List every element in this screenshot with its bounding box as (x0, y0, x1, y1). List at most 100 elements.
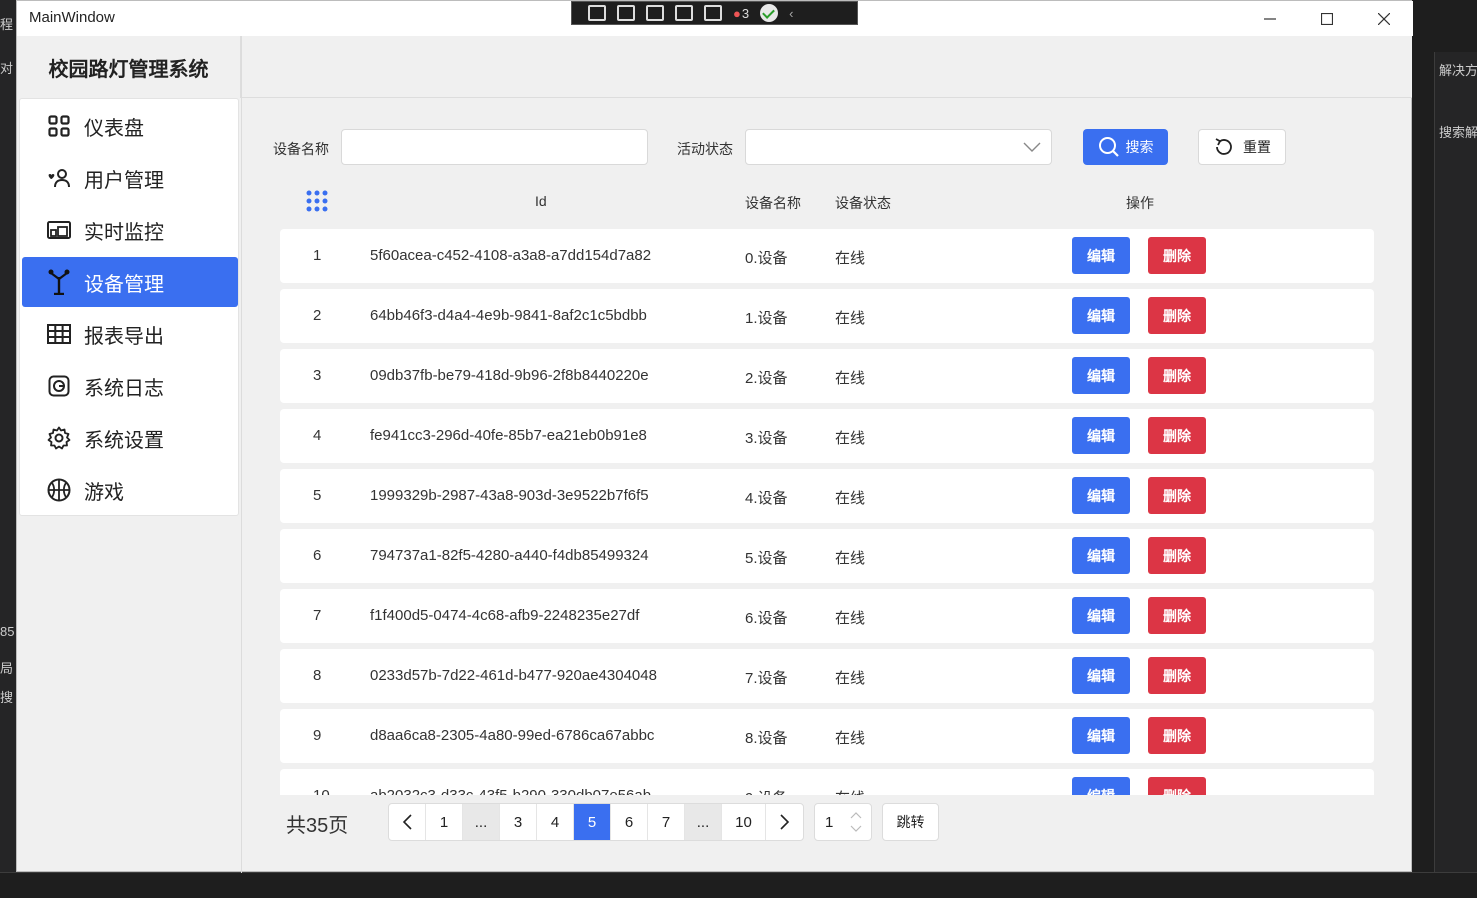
edit-button[interactable]: 编辑 (1072, 777, 1130, 795)
chevron-down-icon (1023, 142, 1041, 152)
status-select[interactable] (745, 129, 1052, 165)
edit-button[interactable]: 编辑 (1072, 537, 1130, 574)
sidebar-item-devices[interactable]: 设备管理 (22, 257, 238, 307)
ide-bottom-bar (0, 872, 1477, 898)
edit-button[interactable]: 编辑 (1072, 597, 1130, 634)
table-row: 7 f1f400d5-0474-4c68-afb9-2248235e27df 6… (280, 589, 1374, 643)
track-focus-icon[interactable] (704, 5, 722, 21)
cursor-select-icon[interactable] (646, 5, 664, 21)
page-button[interactable]: 6 (611, 804, 648, 840)
page-button[interactable]: 7 (648, 804, 685, 840)
row-id: 64bb46f3-d4a4-4e9b-9841-8af2c1c5bdbb (370, 307, 647, 324)
sidebar-item-dashboard[interactable]: 仪表盘 (22, 101, 238, 151)
collapse-chevron-icon[interactable]: ‹ (789, 6, 793, 21)
delete-button[interactable]: 删除 (1148, 477, 1206, 514)
user-heart-icon (47, 166, 71, 190)
sidebar-item-game[interactable]: 游戏 (22, 465, 238, 515)
row-index: 1 (313, 247, 322, 264)
log-icon (47, 374, 71, 398)
dashboard-grid-icon (47, 114, 71, 138)
next-page-button[interactable] (766, 804, 803, 840)
edit-button[interactable]: 编辑 (1072, 237, 1130, 274)
device-name-label: 设备名称 (273, 141, 329, 157)
delete-button[interactable]: 删除 (1148, 657, 1206, 694)
sidebar-item-settings[interactable]: 系统设置 (22, 413, 238, 463)
page-total: 共35页 (286, 815, 349, 837)
delete-button[interactable]: 删除 (1148, 297, 1206, 334)
sidebar-item-label: 仪表盘 (84, 117, 144, 140)
maximize-button[interactable] (1298, 1, 1356, 36)
reset-button[interactable]: 重置 (1198, 129, 1286, 165)
page-button[interactable]: 3 (500, 804, 537, 840)
delete-button[interactable]: 删除 (1148, 357, 1206, 394)
edit-button[interactable]: 编辑 (1072, 717, 1130, 754)
xaml-debug-toolbar: ● 3 ‹ (571, 1, 858, 25)
delete-button[interactable]: 删除 (1148, 537, 1206, 574)
edit-button[interactable]: 编辑 (1072, 297, 1130, 334)
delete-button[interactable]: 删除 (1148, 597, 1206, 634)
row-name: 5.设备 (745, 550, 788, 567)
maximize-icon (1321, 12, 1333, 25)
page-ellipsis[interactable]: ... (685, 804, 722, 840)
row-name: 6.设备 (745, 610, 788, 627)
streetlight-icon (47, 269, 71, 295)
monitor-icon (47, 218, 71, 242)
spinner-arrows-icon[interactable] (849, 810, 863, 834)
page-button-current[interactable]: 5 (574, 804, 611, 840)
row-status: 在线 (835, 787, 865, 795)
layout-adorner-icon[interactable] (675, 5, 693, 21)
row-index: 10 (313, 787, 330, 795)
video-icon[interactable] (617, 5, 635, 21)
binding-errors-icon[interactable]: ● (733, 6, 741, 21)
row-status: 在线 (835, 670, 866, 687)
column-header-actions: 操作 (1126, 195, 1154, 211)
select-element-icon[interactable] (588, 5, 606, 21)
row-status: 在线 (835, 610, 866, 627)
minimize-icon (1264, 17, 1276, 20)
delete-button[interactable]: 删除 (1148, 777, 1206, 795)
table-row: 3 09db37fb-be79-418d-9b96-2f8b8440220e 2… (280, 349, 1374, 403)
row-id: ab2032c3-d33c-43f5-b290-330db07e56ab (370, 787, 651, 795)
delete-button[interactable]: 删除 (1148, 417, 1206, 454)
sidebar-item-users[interactable]: 用户管理 (22, 153, 238, 203)
check-ok-icon[interactable] (760, 4, 779, 22)
title-bar: MainWindow ● 3 ‹ (17, 1, 1413, 36)
edit-button[interactable]: 编辑 (1072, 417, 1130, 454)
ide-left-fragment: 搜 (0, 690, 14, 705)
search-icon (1098, 137, 1119, 157)
sidebar-item-logs[interactable]: 系统日志 (22, 361, 238, 411)
sidebar-item-reports[interactable]: 报表导出 (22, 309, 238, 359)
edit-button[interactable]: 编辑 (1072, 657, 1130, 694)
page-ellipsis[interactable]: ... (463, 804, 500, 840)
column-header-status: 设备状态 (835, 195, 891, 211)
gear-icon (47, 426, 71, 450)
edit-button[interactable]: 编辑 (1072, 357, 1130, 394)
row-index: 5 (313, 487, 322, 504)
minimize-button[interactable] (1241, 1, 1299, 36)
row-status: 在线 (835, 310, 866, 327)
device-name-input[interactable] (341, 129, 648, 165)
page-button[interactable]: 1 (426, 804, 463, 840)
sidebar-item-monitor[interactable]: 实时监控 (22, 205, 238, 255)
table-row: 6 794737a1-82f5-4280-a440-f4db85499324 5… (280, 529, 1374, 583)
row-status: 在线 (835, 730, 866, 747)
ide-left-fragment: 局 (0, 661, 14, 676)
row-id: d8aa6ca8-2305-4a80-99ed-6786ca67abbc (370, 727, 655, 744)
chevron-left-icon (402, 814, 412, 830)
sidebar-item-label: 系统设置 (84, 429, 164, 452)
ide-left-fragment: 85 (0, 624, 15, 639)
delete-button[interactable]: 删除 (1148, 237, 1206, 274)
reset-button-label: 重置 (1243, 139, 1271, 155)
search-button[interactable]: 搜索 (1083, 129, 1168, 165)
edit-button[interactable]: 编辑 (1072, 477, 1130, 514)
sidebar-item-label: 系统日志 (84, 377, 164, 400)
page-jump-button[interactable]: 跳转 (882, 803, 939, 841)
search-button-label: 搜索 (1125, 139, 1154, 155)
prev-page-button[interactable] (389, 804, 426, 840)
close-button[interactable] (1355, 1, 1413, 36)
column-chooser-icon[interactable] (306, 190, 328, 215)
delete-button[interactable]: 删除 (1148, 717, 1206, 754)
page-button[interactable]: 10 (722, 804, 766, 840)
page-jump-input[interactable]: 1 (814, 803, 872, 841)
page-button[interactable]: 4 (537, 804, 574, 840)
